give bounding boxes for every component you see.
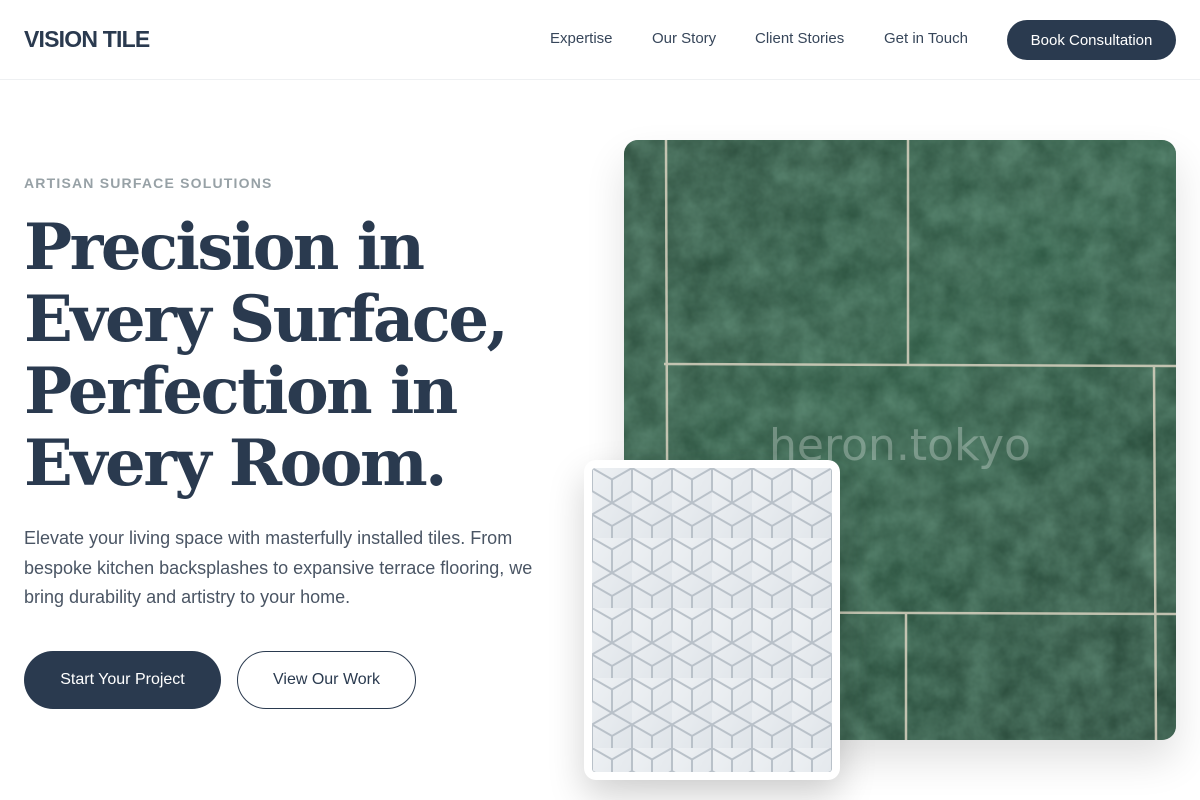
headline-line: Perfection in [24,354,458,429]
mosaic-tile-image [584,460,840,780]
hero-eyebrow: ARTISAN SURFACE SOLUTIONS [24,175,273,191]
book-consultation-button[interactable]: Book Consultation [1007,20,1176,60]
start-project-button[interactable]: Start Your Project [24,651,221,709]
headline-line: Every Room. [24,426,447,501]
nav-our-story[interactable]: Our Story [652,30,716,47]
headline-line: Precision in [24,210,425,285]
view-work-button[interactable]: View Our Work [237,651,416,709]
nav-client-stories[interactable]: Client Stories [755,30,844,47]
hero-headline: Precision in Every Surface, Perfection i… [24,212,564,500]
brand-logo[interactable]: VISION TILE [24,26,150,53]
nav-expertise[interactable]: Expertise [550,30,613,47]
nav-get-in-touch[interactable]: Get in Touch [884,30,968,47]
site-header: VISION TILE Expertise Our Story Client S… [0,0,1200,80]
hero-description: Elevate your living space with masterful… [24,528,533,607]
headline-line: Every Surface, [24,282,509,357]
